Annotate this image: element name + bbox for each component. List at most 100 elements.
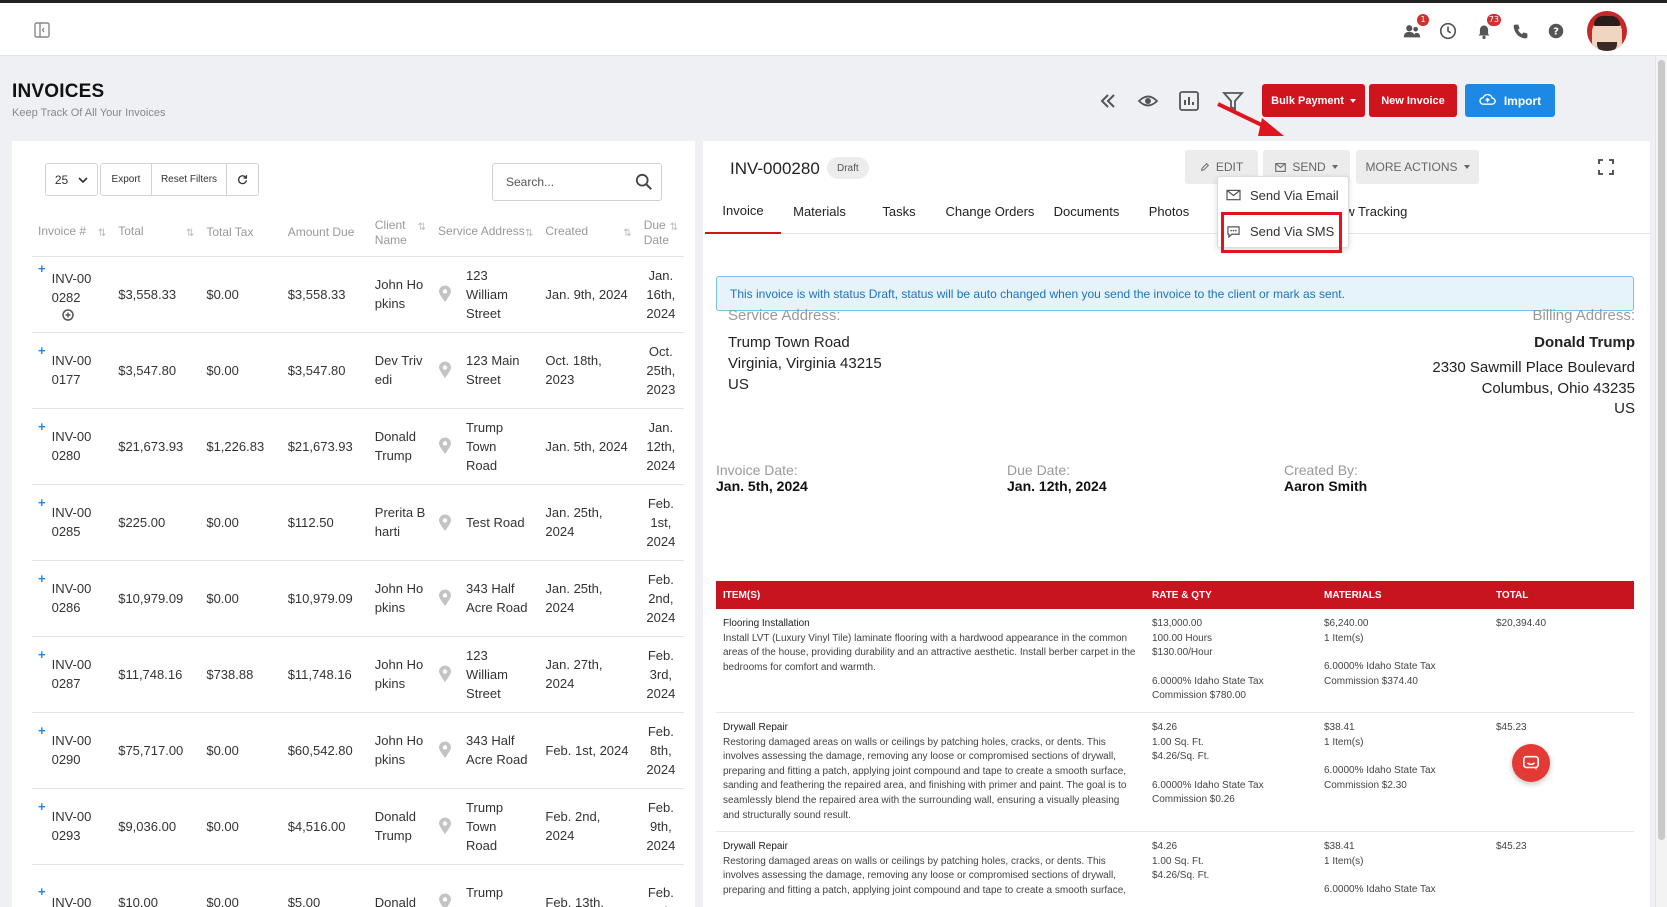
search-input[interactable]: Search... (492, 163, 662, 201)
chat-support-icon[interactable] (1512, 744, 1550, 782)
invoice-number-cell: +INV-00 0280 (32, 408, 113, 485)
table-row[interactable]: +INV-00 $10.00 $0.00 $5.00 Donald Trump … (32, 864, 684, 907)
service-address-label: Service Address: (728, 307, 841, 324)
top-navbar: 1 73 ? (0, 0, 1667, 56)
tax-cell: $0.00 (200, 332, 282, 409)
table-row[interactable]: +INV-00 0282 $3,558.33 $0.00 $3,558.33 J… (32, 256, 684, 333)
table-row[interactable]: +INV-00 0287 $11,748.16 $738.88 $11,748.… (32, 636, 684, 713)
fullscreen-icon[interactable] (1597, 158, 1615, 176)
due-date-cell: Jan. 16th, 2024 (637, 256, 684, 333)
user-avatar[interactable] (1587, 11, 1627, 51)
envelope-icon (1275, 162, 1287, 172)
created-cell: Jan. 5th, 2024 (539, 408, 638, 485)
report-chart-icon[interactable] (1178, 90, 1200, 112)
export-label: Export (111, 174, 141, 185)
address-cell: 123 Main Street (432, 332, 540, 409)
address-cell: 123 William Street (432, 636, 540, 713)
amount-due-cell: $4,516.00 (281, 788, 369, 865)
invoice-table: ⇅ Invoice # ⇅ Total Total Tax Amount Due ⇅… (32, 210, 684, 907)
table-row[interactable]: +INV-00 0177 $3,547.80 $0.00 $3,547.80 D… (32, 332, 684, 409)
item-name: Drywall Repair (723, 721, 789, 733)
col-header-created[interactable]: ⇅ Created (539, 210, 638, 257)
col-header-service-address[interactable]: ⇅ Service Address (432, 210, 540, 257)
table-row[interactable]: +INV-00 0293 $9,036.00 $0.00 $4,516.00 D… (32, 788, 684, 865)
created-by-value: Aaron Smith (1284, 478, 1368, 494)
pencil-icon (1200, 162, 1209, 171)
amount-due-cell: $5.00 (281, 864, 369, 907)
address-cell: Trump Town Road (432, 788, 540, 865)
tax-cell: $0.00 (200, 484, 282, 561)
col-header-invoice[interactable]: ⇅ Invoice # (32, 210, 113, 257)
send-via-email-item[interactable]: Send Via Email (1218, 178, 1348, 212)
reset-filters-button[interactable]: Reset Filters (152, 163, 227, 196)
new-invoice-button[interactable]: New Invoice (1369, 84, 1457, 117)
phone-icon[interactable] (1509, 20, 1531, 42)
billing-address: 2330 Sawmill Place Boulevard Columbus, O… (1432, 359, 1635, 417)
tab-materials[interactable]: Materials (781, 189, 858, 234)
total-cell: $21,673.93 (112, 408, 201, 485)
import-label: Import (1503, 93, 1542, 108)
table-row[interactable]: +INV-00 0286 $10,979.09 $0.00 $10,979.09… (32, 560, 684, 637)
scrollbar-thumb[interactable] (1658, 60, 1665, 840)
team-icon[interactable]: 1 (1401, 14, 1429, 42)
import-button[interactable]: Import (1465, 84, 1555, 117)
col-header-amount-due[interactable]: Amount Due (281, 210, 369, 257)
col-header-total-tax[interactable]: Total Tax (200, 210, 282, 257)
map-pin-icon (438, 665, 452, 683)
sidebar-toggle-icon[interactable] (33, 21, 51, 39)
expand-plus-icon[interactable]: + (38, 341, 46, 360)
address-cell: 343 Half Acre Road (432, 560, 540, 637)
expand-plus-icon[interactable]: + (38, 797, 46, 816)
line-item-row: Drywall Repair Restoring damaged areas on… (716, 831, 1634, 907)
expand-plus-icon[interactable]: + (38, 882, 46, 901)
tab-invoice[interactable]: Invoice (705, 189, 781, 234)
address-cell: Trump Town (432, 864, 540, 907)
search-icon[interactable] (635, 173, 653, 191)
items-header-row: ITEM(S) RATE & QTY MATERIALS TOTAL (716, 581, 1634, 609)
eye-icon[interactable] (1137, 90, 1159, 112)
export-button[interactable]: Export (100, 163, 152, 196)
refresh-button[interactable] (227, 163, 259, 196)
page-scrollbar[interactable] (1655, 56, 1667, 907)
collapse-left-icon[interactable] (1097, 90, 1119, 112)
sort-icon: ⇅ (623, 228, 632, 240)
expand-plus-icon[interactable]: + (38, 645, 46, 664)
tab-tasks[interactable]: Tasks (858, 189, 940, 234)
expand-plus-icon[interactable]: + (38, 259, 46, 278)
amount-due-cell: $112.50 (281, 484, 369, 561)
map-pin-icon (438, 817, 452, 835)
tab-documents[interactable]: Documents (1040, 189, 1133, 234)
svg-text:?: ? (1553, 27, 1559, 38)
tab-photos[interactable]: Photos (1133, 189, 1205, 234)
bell-icon[interactable]: 73 (1473, 14, 1501, 42)
help-icon[interactable]: ? (1545, 20, 1567, 42)
page-subtitle: Keep Track Of All Your Invoices (12, 107, 166, 119)
page-size-select[interactable]: 25 (45, 163, 98, 196)
expand-plus-icon[interactable]: + (38, 569, 46, 588)
detail-tabs: Invoice Materials Tasks Change Orders Do… (705, 189, 1650, 234)
address-cell: 123 William Street (432, 256, 540, 333)
col-header-total[interactable]: ⇅ Total (112, 210, 201, 257)
col-header-client-name[interactable]: ⇅ Client Name (368, 210, 433, 257)
tab-change-orders[interactable]: Change Orders (940, 189, 1040, 234)
col-header-due-date[interactable]: ⇅ Due Date (637, 210, 684, 257)
more-actions-button[interactable]: MORE ACTIONS (1356, 150, 1479, 184)
created-cell: Oct. 18th, 2023 (539, 332, 638, 409)
map-pin-icon (438, 589, 452, 607)
clock-icon[interactable] (1437, 20, 1459, 42)
due-date-cell: Jan. 12th, 2024 (637, 408, 684, 485)
expand-plus-icon[interactable]: + (38, 417, 46, 436)
expand-plus-icon[interactable]: + (38, 721, 46, 740)
client-cell: Donald Trump (368, 788, 433, 865)
created-by-label: Created By: (1284, 462, 1358, 478)
more-actions-label: MORE ACTIONS (1365, 160, 1458, 174)
table-row[interactable]: +INV-00 0280 $21,673.93 $1,226.83 $21,67… (32, 408, 684, 485)
table-row[interactable]: +INV-00 0290 $75,717.00 $0.00 $60,542.80… (32, 712, 684, 789)
search-placeholder: Search... (506, 175, 555, 189)
total-cell: $9,036.00 (112, 788, 201, 865)
table-row[interactable]: +INV-00 0285 $225.00 $0.00 $112.50 Preri… (32, 484, 684, 561)
due-date-cell: Feb. 8th, 2024 (637, 712, 684, 789)
item-name: Drywall Repair (723, 841, 789, 853)
expand-plus-icon[interactable]: + (38, 493, 46, 512)
reset-filters-label: Reset Filters (160, 174, 218, 185)
